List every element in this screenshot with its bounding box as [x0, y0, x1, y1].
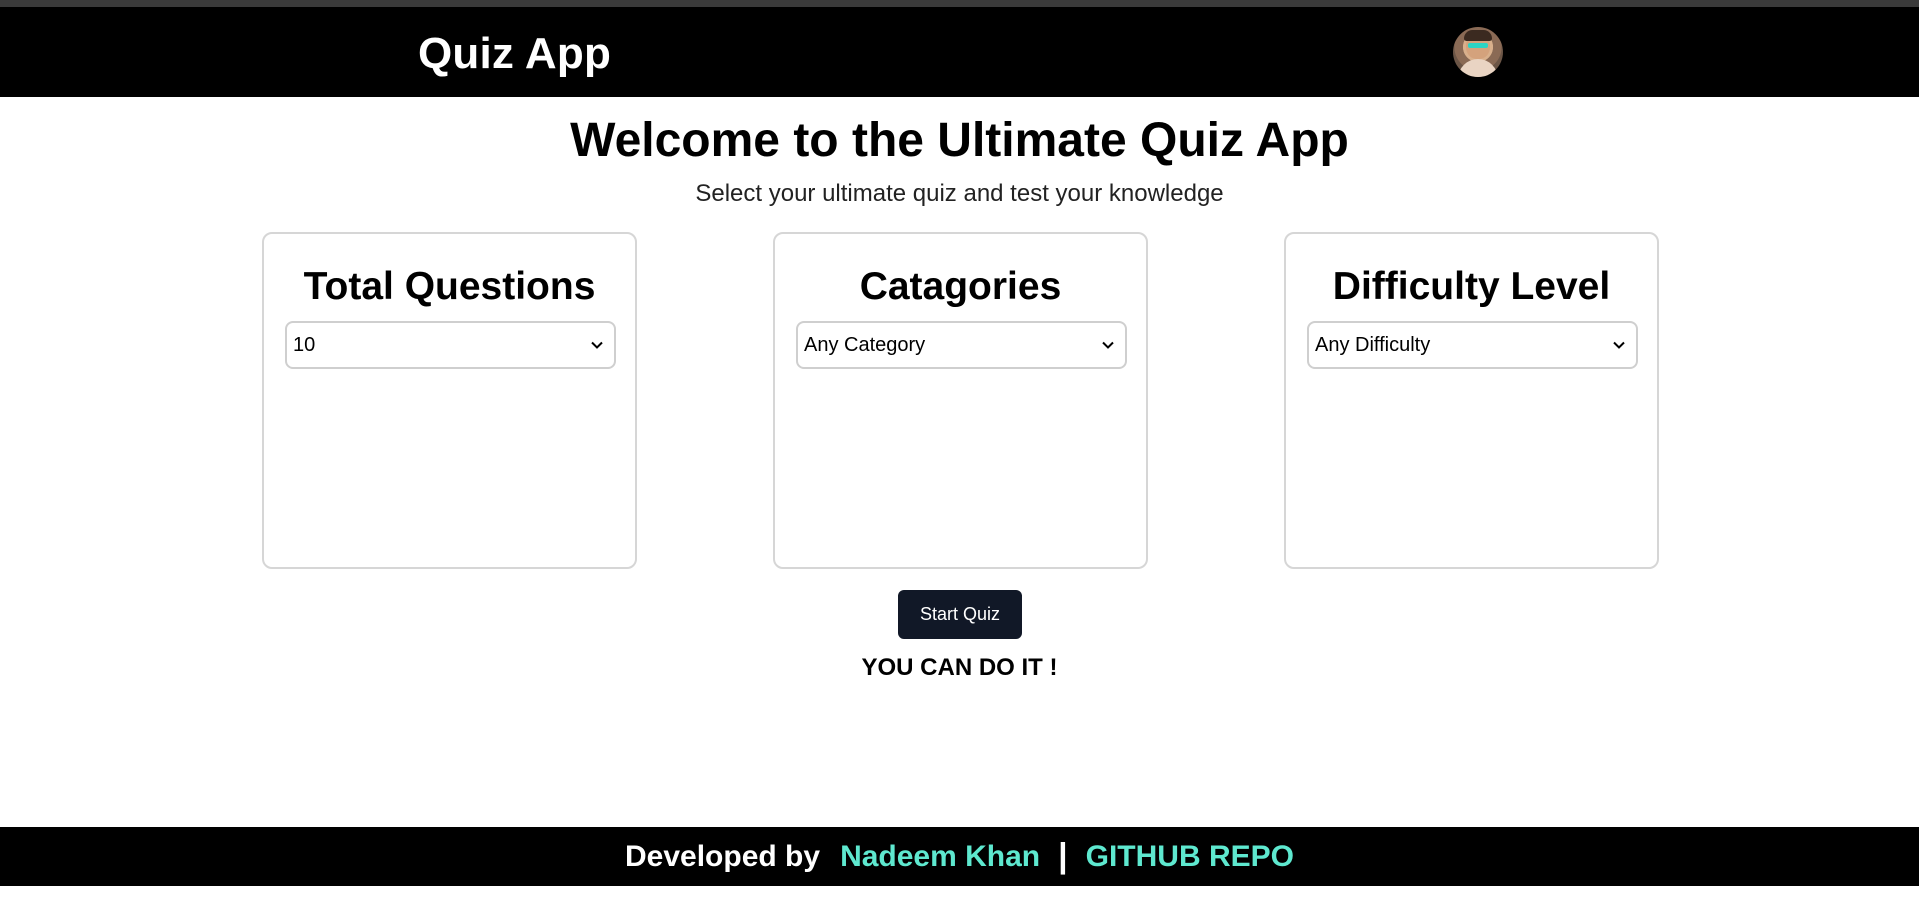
user-avatar-icon[interactable] [1453, 27, 1503, 77]
chevron-down-icon [591, 341, 603, 349]
brand-title[interactable]: Quiz App [418, 29, 611, 79]
chevron-down-icon [1613, 341, 1625, 349]
motivation-text: YOU CAN DO IT ! [861, 654, 1058, 681]
select-value: Any Difficulty [1315, 333, 1431, 356]
page-bottom-area [0, 886, 1919, 916]
page-title: Welcome to the Ultimate Quiz App [570, 114, 1349, 167]
category-select[interactable]: Any Category [796, 321, 1127, 369]
select-value: Any Category [804, 333, 926, 356]
difficulty-select[interactable]: Any Difficulty [1307, 321, 1638, 369]
card-title-categories: Catagories [859, 265, 1062, 308]
avatar-hair [1464, 30, 1492, 41]
github-repo-link[interactable]: GITHUB REPO [1086, 840, 1294, 874]
avatar-body [1458, 59, 1498, 77]
footer-separator: | [1058, 837, 1068, 875]
chevron-down-icon [1102, 341, 1114, 349]
navbar: Quiz App [0, 7, 1919, 97]
card-title-difficulty: Difficulty Level [1332, 265, 1611, 308]
author-link[interactable]: Nadeem Khan [840, 840, 1040, 874]
card-title-total-questions: Total Questions [303, 265, 596, 308]
total-questions-card: Total Questions 10 [262, 232, 637, 569]
avatar-glasses [1468, 43, 1488, 48]
footer: Developed by Nadeem Khan | GITHUB REPO [0, 827, 1919, 886]
categories-card: Catagories Any Category [773, 232, 1148, 569]
total-questions-select[interactable]: 10 [285, 321, 616, 369]
start-quiz-button[interactable]: Start Quiz [898, 590, 1022, 639]
footer-developed-by: Developed by [625, 839, 821, 873]
page-subtitle: Select your ultimate quiz and test your … [695, 180, 1224, 207]
browser-top-strip [0, 0, 1919, 7]
difficulty-card: Difficulty Level Any Difficulty [1284, 232, 1659, 569]
select-value: 10 [293, 333, 316, 356]
